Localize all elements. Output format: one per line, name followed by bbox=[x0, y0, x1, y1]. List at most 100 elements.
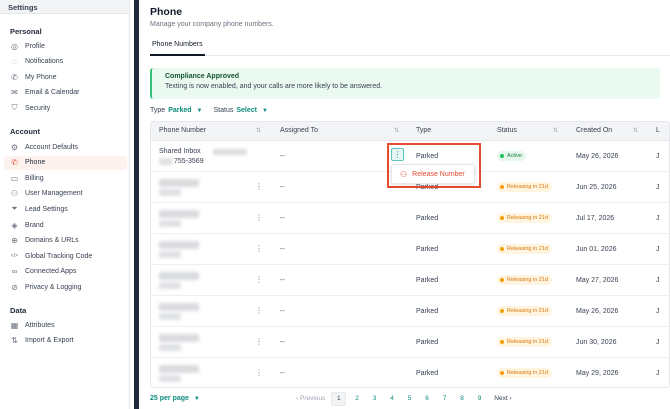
shield-icon: ⛉ bbox=[11, 103, 18, 113]
release-number-menu-item[interactable]: ⚇ Release Number bbox=[391, 164, 475, 184]
header-type: Type bbox=[416, 127, 432, 134]
status-dot bbox=[500, 278, 504, 282]
sidebar-header: Settings bbox=[0, 0, 129, 14]
kebab-menu-icon[interactable]: ⋮ bbox=[255, 368, 263, 377]
page-1-button[interactable]: 1 bbox=[331, 391, 347, 406]
sidebar-item-brand[interactable]: ◈ Brand bbox=[4, 218, 127, 232]
status-text: Releasing in 21d bbox=[507, 215, 548, 221]
kebab-menu-icon[interactable]: ⋮ bbox=[255, 244, 263, 253]
sidebar-item-connected-apps[interactable]: ∞ Connected Apps bbox=[4, 265, 127, 279]
sort-icon[interactable]: ⇅ bbox=[633, 127, 638, 134]
phone-icon: ✆ bbox=[11, 72, 18, 82]
filter-icon: ⏷ bbox=[11, 204, 18, 214]
page-3-button[interactable]: 3 bbox=[366, 395, 384, 402]
type-filter-label: Type bbox=[150, 107, 166, 114]
sidebar-item-phone[interactable]: ✆ Phone bbox=[4, 155, 127, 170]
user-icon: ⚇ bbox=[400, 169, 408, 179]
redacted-phone-number bbox=[159, 251, 181, 258]
header-phone-number: Phone Number bbox=[159, 127, 207, 134]
sidebar-item-attributes[interactable]: ▦ Attributes bbox=[4, 318, 127, 332]
status-badge: Releasing in 21d bbox=[497, 244, 552, 254]
sidebar-item-label: Profile bbox=[25, 42, 45, 50]
sidebar-item-lead-settings[interactable]: ⏷ Lead Settings bbox=[4, 202, 127, 216]
header-last: L bbox=[656, 127, 660, 134]
table-row[interactable]: ⋮ -- Parked Releasing in 21d Jun 30, 2026 J bbox=[151, 327, 669, 358]
sidebar-item-billing[interactable]: ▭ Billing bbox=[4, 171, 127, 185]
chevron-down-icon[interactable]: ▼ bbox=[262, 108, 268, 114]
sidebar-item-email-calendar[interactable]: ✉ Email & Calendar bbox=[4, 86, 127, 100]
type-value: Parked bbox=[416, 308, 439, 315]
type-value: Parked bbox=[416, 370, 439, 377]
kebab-menu-icon[interactable]: ⋮ bbox=[255, 275, 263, 284]
tab-phone-numbers[interactable]: Phone Numbers bbox=[150, 36, 205, 56]
page-7-button[interactable]: 7 bbox=[436, 395, 454, 402]
redacted-phone-name bbox=[159, 210, 199, 218]
sidebar-item-profile[interactable]: ◎ Profile bbox=[4, 39, 127, 53]
status-text: Releasing in 21d bbox=[507, 370, 548, 376]
sidebar-item-global-tracking-code[interactable]: </> Global Tracking Code bbox=[4, 249, 127, 263]
table-row[interactable]: ⋮ -- Parked Releasing in 21d Jun 01, 2026 J bbox=[151, 234, 669, 265]
kebab-menu-icon[interactable]: ⋮ bbox=[255, 306, 263, 315]
pagination: ‹ Previous 123456789 Next › bbox=[290, 391, 512, 406]
table-row[interactable]: ⋮ -- Parked Releasing in 21d May 26, 2026 J bbox=[151, 296, 669, 327]
kebab-menu-icon[interactable]: ⋮ bbox=[255, 182, 263, 191]
redacted-phone-name bbox=[159, 272, 199, 280]
page-title: Phone bbox=[150, 6, 183, 18]
status-badge: Releasing in 21d bbox=[497, 306, 552, 316]
table-row[interactable]: ⋮ -- Parked Releasing in 21d May 29, 2026 J bbox=[151, 358, 669, 387]
previous-page-button[interactable]: ‹ Previous bbox=[290, 395, 331, 402]
last-column-value: J bbox=[656, 277, 660, 284]
redacted-phone-name bbox=[159, 303, 199, 311]
sidebar-item-my-phone[interactable]: ✆ My Phone bbox=[4, 70, 127, 84]
tab-bar: Phone Numbers bbox=[150, 36, 670, 56]
sort-icon[interactable]: ⇅ bbox=[256, 127, 261, 134]
page-5-button[interactable]: 5 bbox=[401, 395, 419, 402]
status-dot bbox=[500, 216, 504, 220]
chevron-down-icon[interactable]: ▼ bbox=[197, 108, 203, 114]
compliance-alert: Compliance Approved Texting is now enabl… bbox=[150, 68, 660, 99]
per-page-select[interactable]: 25 per page ▼ bbox=[150, 395, 200, 402]
sort-icon[interactable]: ⇅ bbox=[394, 127, 399, 134]
sidebar-item-privacy-logging[interactable]: ⊘ Privacy & Logging bbox=[4, 280, 127, 294]
sidebar-item-label: Phone bbox=[25, 159, 46, 167]
sidebar-item-import-export[interactable]: ⇅ Import & Export bbox=[4, 334, 127, 348]
sidebar-item-label: Notifications bbox=[25, 58, 64, 66]
page-2-button[interactable]: 2 bbox=[348, 395, 366, 402]
next-page-button[interactable]: Next › bbox=[488, 395, 511, 402]
page-6-button[interactable]: 6 bbox=[418, 395, 436, 402]
sidebar-item-label: Email & Calendar bbox=[25, 89, 80, 97]
page-4-button[interactable]: 4 bbox=[383, 395, 401, 402]
phone-name: Shared Inbox bbox=[159, 148, 201, 155]
sidebar-item-account-defaults[interactable]: ⚙ Account Defaults bbox=[4, 140, 127, 154]
mail-icon: ✉ bbox=[11, 88, 18, 98]
sidebar-section-title: Account bbox=[10, 127, 40, 136]
kebab-menu-icon[interactable]: ⋮ bbox=[255, 213, 263, 222]
billing-icon: ▭ bbox=[10, 173, 19, 183]
assigned-to: -- bbox=[280, 308, 285, 315]
status-badge: Active bbox=[497, 151, 526, 161]
created-on: May 27, 2026 bbox=[576, 277, 619, 284]
users-icon: ⚇ bbox=[10, 189, 19, 199]
sidebar-item-label: Connected Apps bbox=[25, 268, 77, 276]
chevron-down-icon: ▼ bbox=[193, 396, 200, 402]
sidebar-item-user-management[interactable]: ⚇ User Management bbox=[4, 187, 127, 201]
sidebar-item-domains-urls[interactable]: ⊕ Domains & URLs bbox=[4, 234, 127, 248]
status-text: Active bbox=[507, 153, 522, 159]
page-8-button[interactable]: 8 bbox=[453, 395, 471, 402]
row-actions-button[interactable]: ⋮ bbox=[391, 148, 404, 161]
previous-label: Previous bbox=[299, 395, 326, 402]
sidebar-item-security[interactable]: ⛉ Security bbox=[4, 101, 127, 115]
sidebar-item-notifications[interactable]: ◌ Notifications bbox=[4, 55, 127, 69]
table-row[interactable]: ⋮ -- Parked Releasing in 21d Jul 17, 2026 J bbox=[151, 203, 669, 234]
privacy-icon: ⊘ bbox=[11, 282, 18, 292]
page-9-button[interactable]: 9 bbox=[471, 395, 489, 402]
sort-icon[interactable]: ⇅ bbox=[553, 127, 558, 134]
settings-sidebar: Settings Personal ◎ Profile ◌ Notifications ✆… bbox=[0, 0, 130, 409]
phone-number: 755-3569 bbox=[174, 158, 204, 165]
redacted-phone-number bbox=[159, 344, 181, 351]
table-row[interactable]: ⋮ -- Parked Releasing in 21d May 27, 2026 J bbox=[151, 265, 669, 296]
status-filter-dropdown[interactable]: Select bbox=[236, 107, 257, 114]
kebab-menu-icon[interactable]: ⋮ bbox=[255, 337, 263, 346]
type-filter-dropdown[interactable]: Parked bbox=[168, 107, 191, 114]
assigned-to: -- bbox=[280, 184, 285, 191]
